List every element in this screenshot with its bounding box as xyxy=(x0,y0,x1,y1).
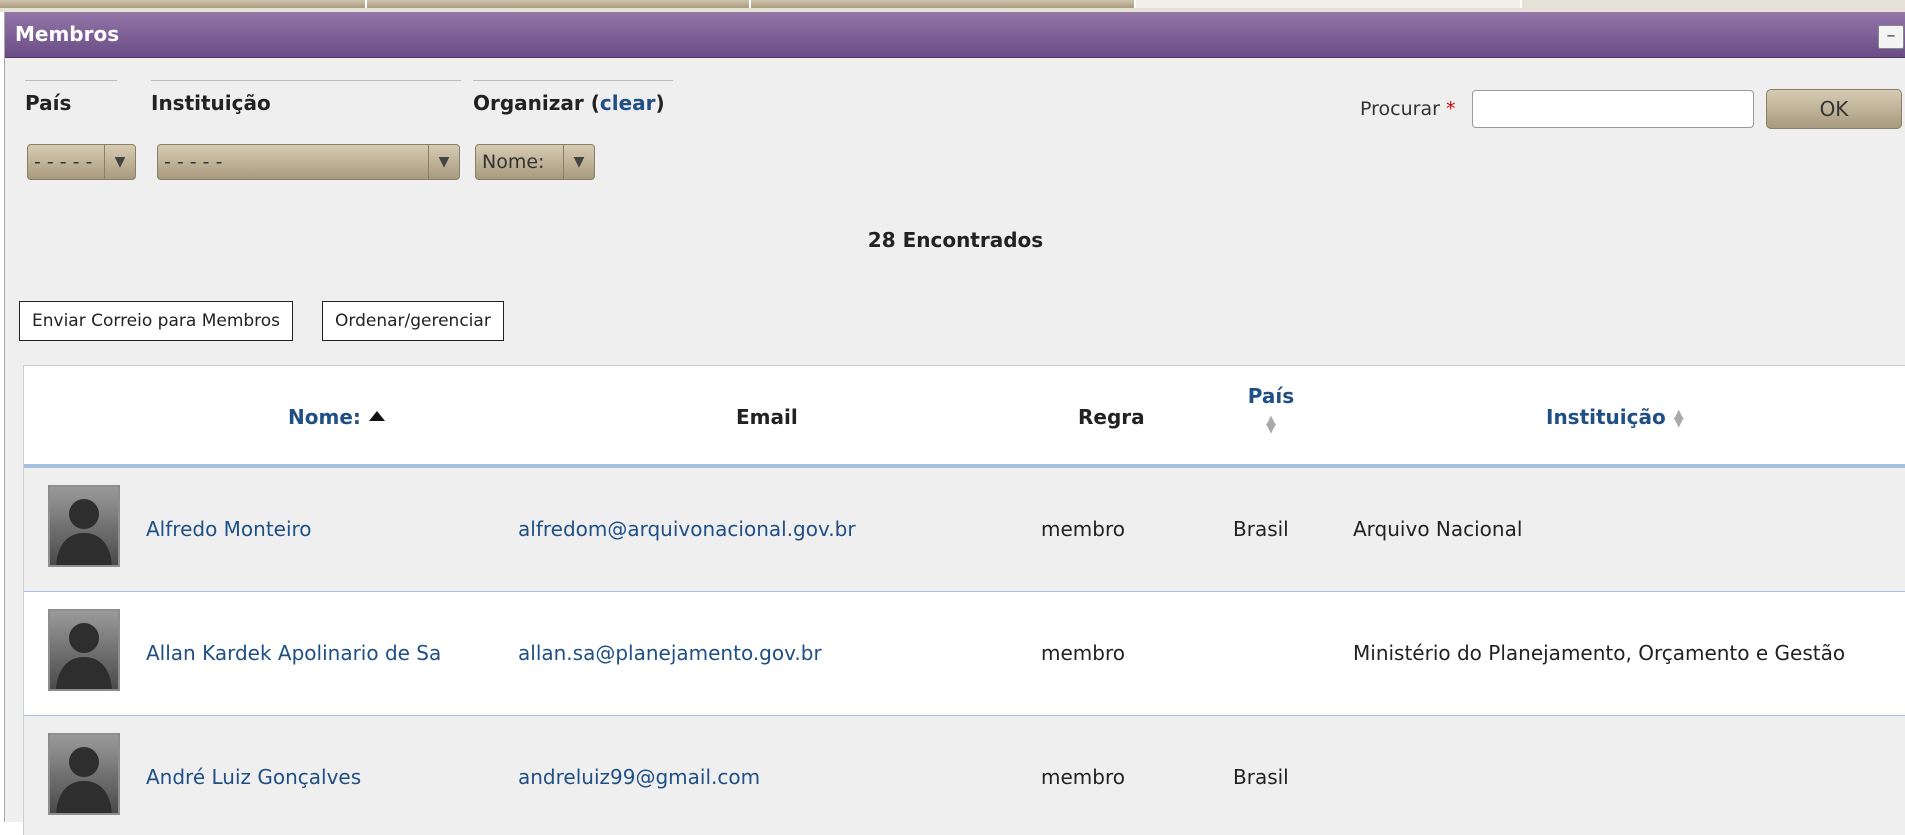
search-label: Procurar * xyxy=(1360,98,1455,120)
organizar-label: Organizar xyxy=(473,91,584,115)
filter-pais: País xyxy=(25,80,117,115)
avatar[interactable] xyxy=(48,609,120,691)
table-row: Alfredo Monteiro alfredom@arquivonaciona… xyxy=(24,468,1905,592)
panel-title: Membros xyxy=(15,22,120,46)
table-row: Allan Kardek Apolinario de Sa allan.sa@p… xyxy=(24,592,1905,716)
member-country: Brasil xyxy=(1233,517,1289,541)
filter-organizar-label: Organizar (clear) xyxy=(473,91,665,115)
column-nome-label: Nome: xyxy=(288,405,361,429)
filter-instituicao-label: Instituição xyxy=(151,91,271,115)
members-table: Nome: Email Regra País ▲ ▼ Instituição ▲ ▼ … xyxy=(23,365,1905,835)
column-nome[interactable]: Nome: xyxy=(288,405,385,429)
sort-ascending-icon xyxy=(368,411,385,421)
minimize-button[interactable]: – xyxy=(1878,25,1904,49)
column-instituicao[interactable]: Instituição ▲ ▼ xyxy=(1546,405,1684,429)
chevron-down-icon: ▼ xyxy=(563,145,594,179)
column-regra: Regra xyxy=(1078,405,1145,429)
members-panel: Membros – País - - - - - ▼ Instituição -… xyxy=(4,12,1905,835)
top-tab[interactable] xyxy=(751,0,1136,8)
column-instituicao-label: Instituição xyxy=(1546,405,1666,429)
sortable-icon: ▲ ▼ xyxy=(1673,406,1684,430)
column-email: Email xyxy=(736,405,798,429)
filter-organizar: Organizar (clear) xyxy=(473,80,673,115)
sort-manage-button[interactable]: Ordenar/gerenciar xyxy=(322,301,504,341)
ok-button[interactable]: OK xyxy=(1766,89,1902,129)
column-pais-label: País xyxy=(1247,384,1295,408)
email-members-button[interactable]: Enviar Correio para Membros xyxy=(19,301,294,341)
organizar-select-value: Nome: xyxy=(482,151,545,173)
member-name-link[interactable]: Allan Kardek Apolinario de Sa xyxy=(146,641,441,665)
pais-select[interactable]: - - - - - ▼ xyxy=(27,144,136,180)
chevron-down-icon: ▼ xyxy=(428,145,459,179)
table-row: André Luiz Gonçalves andreluiz99@gmail.c… xyxy=(24,716,1905,835)
chevron-down-icon: ▼ xyxy=(104,145,135,179)
member-institution: Ministério do Planejamento, Orçamento e … xyxy=(1353,641,1846,665)
member-role: membro xyxy=(1041,517,1125,541)
instituicao-select[interactable]: - - - - - ▼ xyxy=(157,144,460,180)
table-header: Nome: Email Regra País ▲ ▼ Instituição ▲ ▼ xyxy=(24,366,1905,468)
search-label-text: Procurar xyxy=(1360,98,1440,120)
top-tab[interactable] xyxy=(367,0,751,8)
filter-instituicao: Instituição xyxy=(151,80,461,115)
avatar[interactable] xyxy=(48,485,120,567)
top-tab-strip xyxy=(0,0,1905,12)
member-role: membro xyxy=(1041,765,1125,789)
clear-link[interactable]: clear xyxy=(600,91,656,115)
required-mark: * xyxy=(1445,98,1456,120)
member-country: Brasil xyxy=(1233,765,1289,789)
member-name-link[interactable]: André Luiz Gonçalves xyxy=(146,765,361,789)
results-count: 28 Encontrados xyxy=(867,228,1044,252)
top-tab[interactable] xyxy=(1136,0,1522,8)
panel-titlebar: Membros – xyxy=(5,12,1905,58)
column-pais[interactable]: País ▲ ▼ xyxy=(1243,384,1299,436)
sortable-icon: ▲ ▼ xyxy=(1266,412,1276,436)
member-email-link[interactable]: alfredom@arquivonacional.gov.br xyxy=(518,517,856,541)
filter-pais-label: País xyxy=(25,91,72,115)
member-institution: Arquivo Nacional xyxy=(1353,517,1523,541)
pais-select-value: - - - - - xyxy=(34,151,93,173)
search-input[interactable] xyxy=(1472,90,1754,128)
member-name-link[interactable]: Alfredo Monteiro xyxy=(146,517,312,541)
top-tab[interactable] xyxy=(0,0,367,8)
member-role: membro xyxy=(1041,641,1125,665)
member-email-link[interactable]: andreluiz99@gmail.com xyxy=(518,765,760,789)
organizar-select[interactable]: Nome: ▼ xyxy=(475,144,595,180)
member-email-link[interactable]: allan.sa@planejamento.gov.br xyxy=(518,641,822,665)
avatar[interactable] xyxy=(48,733,120,815)
instituicao-select-value: - - - - - xyxy=(164,151,223,173)
